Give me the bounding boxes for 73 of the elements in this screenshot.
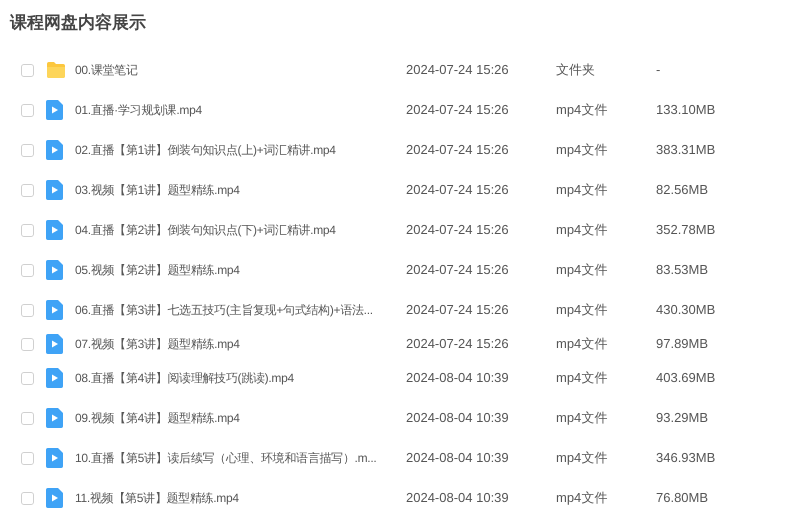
file-size: 383.31MB <box>656 141 716 160</box>
file-type: mp4文件 <box>556 181 608 200</box>
file-name[interactable]: 08.直播【第4讲】阅读理解技巧(跳读).mp4 <box>75 369 294 387</box>
video-file-icon <box>46 100 63 120</box>
file-size: 83.53MB <box>656 261 708 280</box>
file-size: 97.89MB <box>656 335 708 354</box>
file-type: mp4文件 <box>556 301 608 320</box>
page-title: 课程网盘内容展示 <box>8 12 147 34</box>
checkbox[interactable] <box>21 452 34 464</box>
file-name[interactable]: 04.直播【第2讲】倒装句知识点(下)+词汇精讲.mp4 <box>75 221 336 239</box>
checkbox[interactable] <box>21 184 34 196</box>
file-size: 352.78MB <box>656 221 716 240</box>
file-type: mp4文件 <box>556 101 608 120</box>
file-name[interactable]: 00.课堂笔记 <box>75 61 138 79</box>
modified-date: 2024-08-04 10:39 <box>406 449 510 468</box>
file-type: mp4文件 <box>556 449 608 468</box>
modified-date: 2024-07-24 15:26 <box>406 61 510 80</box>
file-name[interactable]: 02.直播【第1讲】倒装句知识点(上)+词汇精讲.mp4 <box>75 141 336 159</box>
checkbox[interactable] <box>21 304 34 316</box>
modified-date: 2024-07-24 15:26 <box>406 181 510 200</box>
file-name[interactable]: 01.直播·学习规划课.mp4 <box>75 101 202 119</box>
file-type: 文件夹 <box>556 61 596 80</box>
checkbox[interactable] <box>21 492 34 504</box>
file-type: mp4文件 <box>556 369 608 388</box>
modified-date: 2024-08-04 10:39 <box>406 369 510 388</box>
modified-date: 2024-07-24 15:26 <box>406 301 510 320</box>
file-type: mp4文件 <box>556 141 608 160</box>
file-size: - <box>656 61 660 80</box>
checkbox[interactable] <box>21 224 34 236</box>
checkbox[interactable] <box>21 264 34 276</box>
file-name[interactable]: 10.直播【第5讲】读后续写（心理、环境和语言描写）.m... <box>75 449 376 467</box>
video-file-icon <box>46 300 63 320</box>
modified-date: 2024-07-24 15:26 <box>406 261 510 280</box>
file-size: 76.80MB <box>656 489 708 508</box>
checkbox[interactable] <box>21 412 34 424</box>
video-file-icon <box>46 368 63 388</box>
modified-date: 2024-07-24 15:26 <box>406 335 510 354</box>
file-type: mp4文件 <box>556 335 608 354</box>
video-file-icon <box>46 140 63 160</box>
modified-date: 2024-07-24 15:26 <box>406 141 510 160</box>
video-file-icon <box>46 448 63 468</box>
file-name[interactable]: 06.直播【第3讲】七选五技巧(主旨复现+句式结构)+语法... <box>75 301 373 319</box>
file-size: 430.30MB <box>656 301 716 320</box>
file-size: 82.56MB <box>656 181 708 200</box>
file-name[interactable]: 03.视频【第1讲】题型精练.mp4 <box>75 181 240 199</box>
checkbox[interactable] <box>21 104 34 116</box>
file-name[interactable]: 07.视频【第3讲】题型精练.mp4 <box>75 335 240 353</box>
file-size: 93.29MB <box>656 409 708 428</box>
file-name[interactable]: 09.视频【第4讲】题型精练.mp4 <box>75 409 240 427</box>
video-file-icon <box>46 260 63 280</box>
folder-icon <box>46 61 66 79</box>
checkbox[interactable] <box>21 338 34 350</box>
file-type: mp4文件 <box>556 221 608 240</box>
video-file-icon <box>46 408 63 428</box>
checkbox[interactable] <box>21 372 34 384</box>
video-file-icon <box>46 220 63 240</box>
file-type: mp4文件 <box>556 261 608 280</box>
video-file-icon <box>46 488 63 508</box>
file-name[interactable]: 05.视频【第2讲】题型精练.mp4 <box>75 261 240 279</box>
video-file-icon <box>46 180 63 200</box>
modified-date: 2024-07-24 15:26 <box>406 101 510 120</box>
video-file-icon <box>46 334 63 354</box>
file-type: mp4文件 <box>556 489 608 508</box>
file-name[interactable]: 11.视频【第5讲】题型精练.mp4 <box>75 489 239 507</box>
checkbox[interactable] <box>21 64 34 76</box>
file-size: 133.10MB <box>656 101 716 120</box>
modified-date: 2024-07-24 15:26 <box>406 221 510 240</box>
modified-date: 2024-08-04 10:39 <box>406 409 510 428</box>
file-size: 346.93MB <box>656 449 716 468</box>
file-size: 403.69MB <box>656 369 716 388</box>
checkbox[interactable] <box>21 144 34 156</box>
modified-date: 2024-08-04 10:39 <box>406 489 510 508</box>
file-type: mp4文件 <box>556 409 608 428</box>
